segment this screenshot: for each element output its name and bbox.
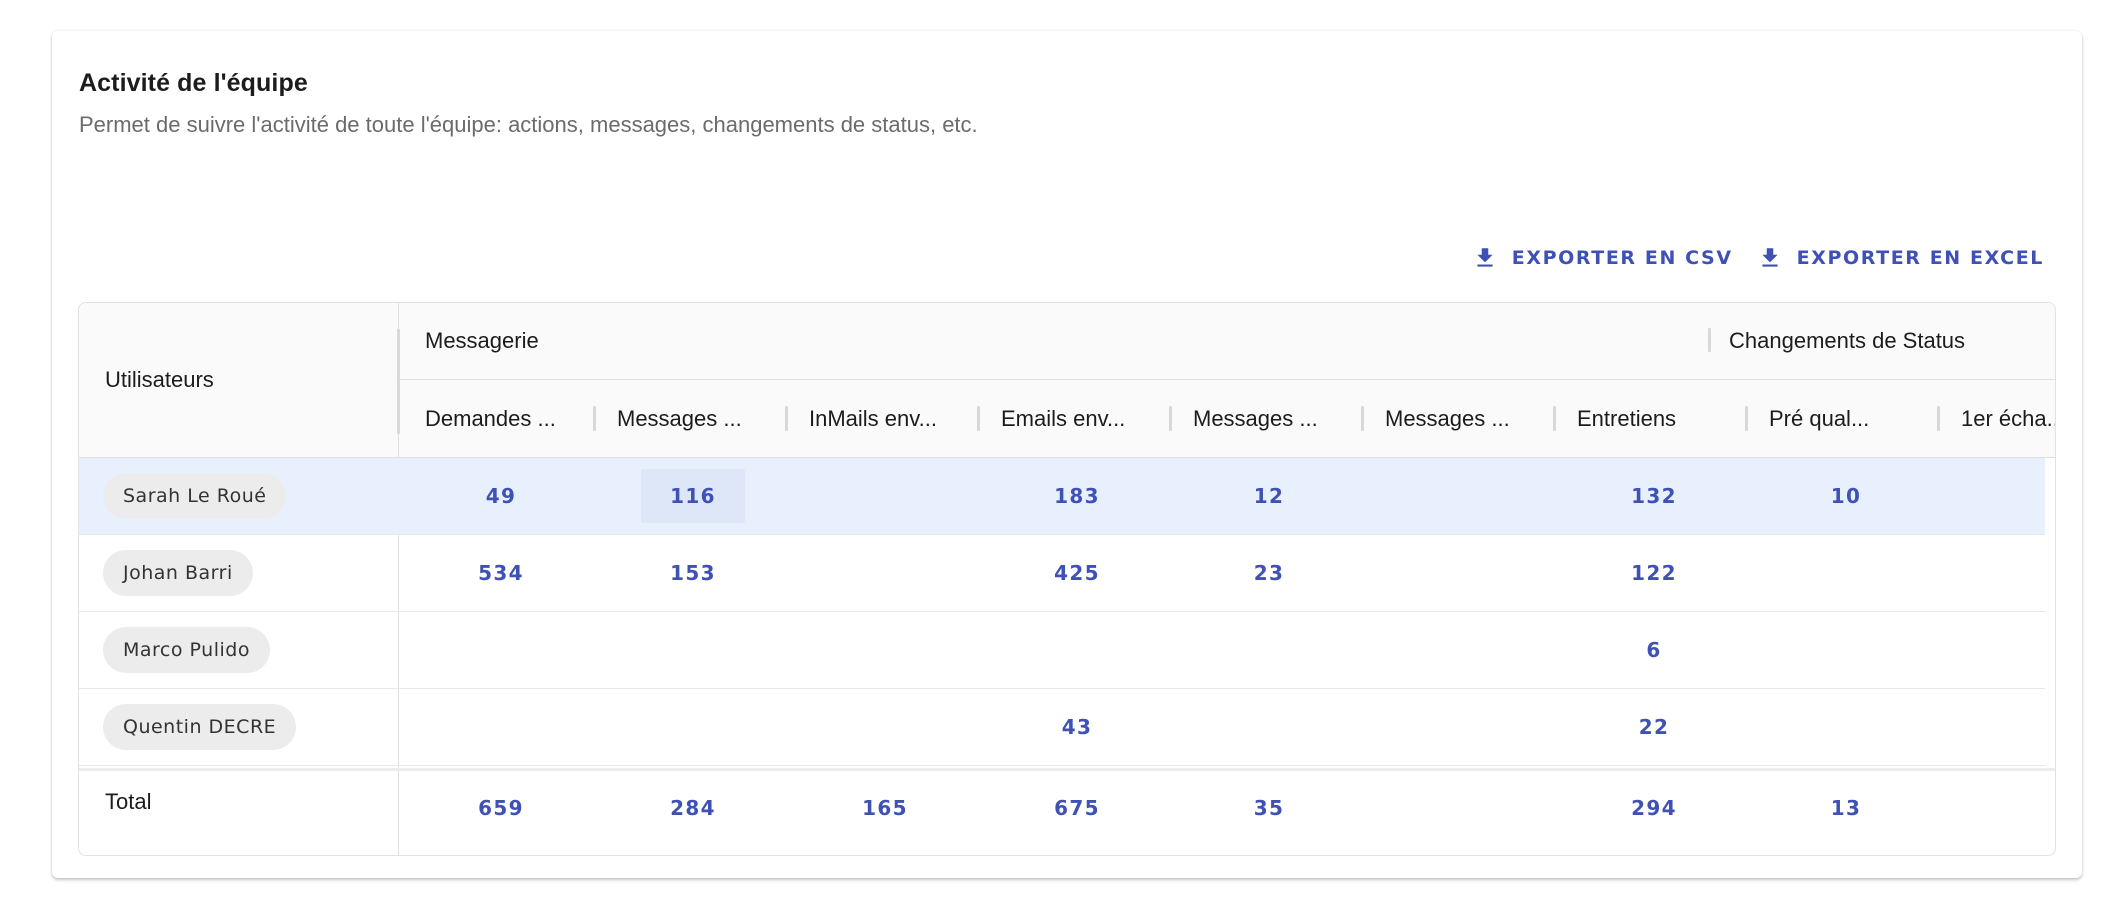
table-row[interactable]: Quentin DECRE 43 22: [79, 689, 2045, 766]
total-row: Total 659 284 165 675 35 294 13: [79, 768, 2055, 855]
user-chip[interactable]: Marco Pulido: [103, 627, 270, 673]
total-cell: 35: [1253, 796, 1285, 820]
table-cell[interactable]: 43: [1025, 689, 1129, 765]
table-cell[interactable]: 23: [1217, 535, 1321, 611]
download-icon: [1477, 248, 1493, 267]
table-cell[interactable]: [641, 689, 745, 765]
table-cell[interactable]: [833, 612, 937, 688]
column-header-messages-3[interactable]: Messages ...: [1385, 406, 1510, 432]
download-icon: [1762, 248, 1778, 267]
table-cell[interactable]: [1941, 458, 2045, 534]
export-excel-label: EXPORTER EN EXCEL: [1796, 247, 2044, 269]
column-header-users-label: Utilisateurs: [105, 367, 214, 392]
total-cell: 13: [1830, 796, 1862, 820]
table-cell[interactable]: 425: [1025, 535, 1129, 611]
total-cell: 294: [1631, 796, 1677, 820]
total-cell: 165: [862, 796, 908, 820]
team-activity-card: Activité de l'équipe Permet de suivre l'…: [52, 31, 2082, 878]
table-cell[interactable]: [833, 535, 937, 611]
column-resize-handle[interactable]: [785, 406, 788, 431]
table-cell[interactable]: [1409, 535, 1513, 611]
column-header-inmails[interactable]: InMails env...: [809, 406, 937, 432]
table-cell[interactable]: 49: [449, 458, 553, 534]
column-header-demandes[interactable]: Demandes ...: [425, 406, 556, 432]
table-cell[interactable]: 153: [641, 535, 745, 611]
column-group-separator: [1708, 328, 1711, 352]
table-cell[interactable]: [1025, 612, 1129, 688]
card-title: Activité de l'équipe: [79, 69, 308, 97]
column-header-messages-1[interactable]: Messages ...: [617, 406, 742, 432]
table-cell[interactable]: [833, 689, 937, 765]
table-cell[interactable]: [1409, 689, 1513, 765]
export-excel-button[interactable]: EXPORTER EN EXCEL: [1757, 245, 2044, 271]
table-cell[interactable]: 10: [1794, 458, 1898, 534]
table-row[interactable]: Sarah Le Roué 49 116 183 12 132 10: [79, 458, 2045, 535]
total-cell: 675: [1054, 796, 1100, 820]
user-chip[interactable]: Sarah Le Roué: [103, 473, 287, 519]
grid-header: Utilisateurs Messagerie Changements de S…: [79, 303, 2055, 458]
table-cell[interactable]: [1941, 689, 2045, 765]
column-header-users[interactable]: Utilisateurs: [79, 303, 399, 458]
total-label: Total: [105, 789, 152, 814]
column-resize-handle[interactable]: [1553, 406, 1556, 431]
export-toolbar: EXPORTER EN CSV EXPORTER EN EXCEL: [1472, 245, 2044, 271]
user-chip[interactable]: Quentin DECRE: [103, 704, 297, 750]
table-cell[interactable]: [1794, 612, 1898, 688]
table-cell[interactable]: [449, 612, 553, 688]
user-chip[interactable]: Johan Barri: [103, 550, 253, 596]
table-row[interactable]: Johan Barri 534 153 425 23 122: [79, 535, 2045, 612]
export-csv-label: EXPORTER EN CSV: [1511, 247, 1733, 269]
table-cell[interactable]: 6: [1602, 612, 1706, 688]
export-csv-button[interactable]: EXPORTER EN CSV: [1472, 245, 1733, 271]
table-cell[interactable]: [1794, 535, 1898, 611]
table-cell[interactable]: [1409, 458, 1513, 534]
table-row[interactable]: Marco Pulido 6: [79, 612, 2045, 689]
column-resize-handle[interactable]: [593, 406, 596, 431]
table-cell[interactable]: [1217, 689, 1321, 765]
activity-data-grid: Utilisateurs Messagerie Changements de S…: [78, 302, 2056, 856]
table-cell[interactable]: [1217, 612, 1321, 688]
total-cell: 284: [670, 796, 716, 820]
table-cell[interactable]: 183: [1025, 458, 1129, 534]
total-cell: [1409, 776, 1513, 840]
table-cell[interactable]: [1941, 535, 2045, 611]
column-header-pre-qual[interactable]: Pré qual...: [1769, 406, 1869, 432]
table-cell[interactable]: 132: [1602, 458, 1706, 534]
table-cell[interactable]: [1409, 612, 1513, 688]
card-subtitle: Permet de suivre l'activité de toute l'é…: [79, 112, 978, 137]
column-group-messagerie: Messagerie: [425, 328, 539, 353]
column-group-status: Changements de Status: [1729, 328, 1966, 353]
table-cell[interactable]: [833, 458, 937, 534]
table-cell[interactable]: 22: [1602, 689, 1706, 765]
table-cell[interactable]: [449, 689, 553, 765]
table-cell-focused[interactable]: 116: [641, 469, 745, 523]
column-resize-handle[interactable]: [1169, 406, 1172, 431]
total-cell: 659: [478, 796, 524, 820]
column-header-emails[interactable]: Emails env...: [1001, 406, 1125, 432]
table-cell[interactable]: 534: [449, 535, 553, 611]
column-header-premier-echange[interactable]: 1er écha...: [1961, 406, 2055, 432]
table-cell[interactable]: 122: [1602, 535, 1706, 611]
column-resize-handle[interactable]: [977, 406, 980, 431]
table-cell[interactable]: [641, 612, 745, 688]
table-cell[interactable]: [1794, 689, 1898, 765]
column-resize-handle[interactable]: [1745, 406, 1748, 431]
table-cell[interactable]: 12: [1217, 458, 1321, 534]
column-resize-handle[interactable]: [1361, 406, 1364, 431]
column-resize-handle[interactable]: [1937, 406, 1940, 431]
column-group-row: Messagerie Changements de Status: [399, 303, 2055, 380]
total-cell: [1941, 776, 2045, 840]
table-cell[interactable]: [1941, 612, 2045, 688]
column-header-entretiens[interactable]: Entretiens: [1577, 406, 1676, 432]
column-header-messages-2[interactable]: Messages ...: [1193, 406, 1318, 432]
